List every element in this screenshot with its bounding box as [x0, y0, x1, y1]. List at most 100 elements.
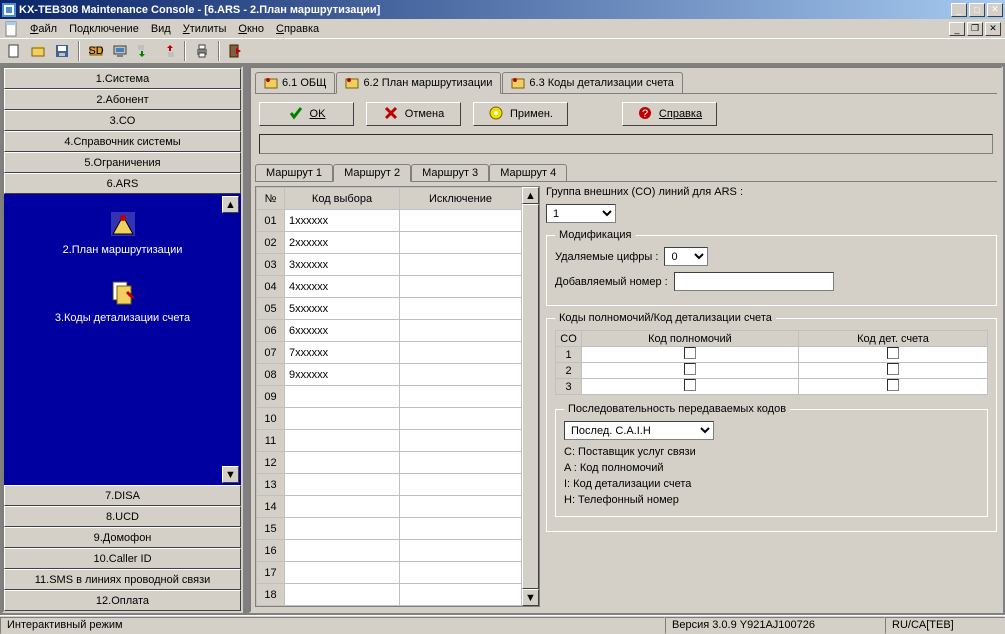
row-no[interactable]: 18	[257, 584, 285, 606]
menu-file[interactable]: Файл	[24, 21, 63, 37]
table-row[interactable]: 089xxxxxx	[257, 364, 522, 386]
sel-cell[interactable]	[285, 430, 400, 452]
exc-cell[interactable]	[400, 386, 522, 408]
sel-cell[interactable]: 7xxxxxx	[285, 342, 400, 364]
table-row[interactable]: 044xxxxxx	[257, 276, 522, 298]
exc-cell[interactable]	[400, 298, 522, 320]
table-row[interactable]: 09	[257, 386, 522, 408]
row-no[interactable]: 15	[257, 518, 285, 540]
sidebar-item-callerid[interactable]: 10.Caller ID	[4, 548, 241, 569]
table-row[interactable]: 022xxxxxx	[257, 232, 522, 254]
apply-button[interactable]: Примен.	[473, 102, 568, 126]
table-row[interactable]: 13	[257, 474, 522, 496]
sel-cell[interactable]: 4xxxxxx	[285, 276, 400, 298]
sel-cell[interactable]: 1xxxxxx	[285, 210, 400, 232]
exc-cell[interactable]	[400, 496, 522, 518]
sel-cell[interactable]	[285, 496, 400, 518]
sidebar-item-disa[interactable]: 7.DISA	[4, 485, 241, 506]
sidebar-item-system[interactable]: 1.Система	[4, 68, 241, 89]
codes-table[interactable]: CO Код полномочий Код дет. счета 1 2 3	[555, 330, 988, 395]
help-button[interactable]: ?Справка	[622, 102, 717, 126]
maximize-button[interactable]: □	[969, 3, 985, 17]
col-exc[interactable]: Исключение	[400, 188, 522, 210]
route-tab-3[interactable]: Маршрут 3	[411, 164, 489, 181]
auth-checkbox[interactable]	[684, 363, 696, 375]
group-select[interactable]: 1	[546, 204, 616, 223]
row-no[interactable]: 11	[257, 430, 285, 452]
route-tab-4[interactable]: Маршрут 4	[489, 164, 567, 181]
sidebar-item-subscriber[interactable]: 2.Абонент	[4, 89, 241, 110]
sidebar-item-ucd[interactable]: 8.UCD	[4, 506, 241, 527]
sel-cell[interactable]: 3xxxxxx	[285, 254, 400, 276]
tool-transfer-down-icon[interactable]	[134, 41, 154, 61]
sel-cell[interactable]: 6xxxxxx	[285, 320, 400, 342]
route-tab-1[interactable]: Маршрут 1	[255, 164, 333, 181]
row-no[interactable]: 10	[257, 408, 285, 430]
det-checkbox[interactable]	[887, 347, 899, 359]
sidebar-item-ars[interactable]: 6.ARS	[4, 173, 241, 194]
sel-cell[interactable]	[285, 452, 400, 474]
row-no[interactable]: 16	[257, 540, 285, 562]
sidebar-sub-detail-codes[interactable]: 3.Коды детализации счета	[8, 266, 237, 334]
table-row[interactable]: 11	[257, 430, 522, 452]
table-row[interactable]: 14	[257, 496, 522, 518]
row-no[interactable]: 14	[257, 496, 285, 518]
tab-detail-codes[interactable]: 6.3 Коды детализации счета	[502, 72, 682, 93]
table-row[interactable]: 077xxxxxx	[257, 342, 522, 364]
col-sel[interactable]: Код выбора	[285, 188, 400, 210]
exc-cell[interactable]	[400, 408, 522, 430]
table-row[interactable]: 12	[257, 452, 522, 474]
menu-connection[interactable]: Подключение	[63, 21, 145, 37]
row-no[interactable]: 17	[257, 562, 285, 584]
auth-checkbox[interactable]	[684, 347, 696, 359]
sidebar-item-directory[interactable]: 4.Справочник системы	[4, 131, 241, 152]
sidebar-item-co[interactable]: 3.CO	[4, 110, 241, 131]
row-no[interactable]: 01	[257, 210, 285, 232]
col-co[interactable]: CO	[556, 331, 582, 347]
selection-grid[interactable]: № Код выбора Исключение 011xxxxxx022xxxx…	[255, 186, 540, 607]
table-row[interactable]: 055xxxxxx	[257, 298, 522, 320]
row-no[interactable]: 07	[257, 342, 285, 364]
co-row[interactable]: 3	[556, 379, 582, 395]
sidebar-item-doorphone[interactable]: 9.Домофон	[4, 527, 241, 548]
exc-cell[interactable]	[400, 430, 522, 452]
auth-checkbox[interactable]	[684, 379, 696, 391]
row-no[interactable]: 13	[257, 474, 285, 496]
row-no[interactable]: 08	[257, 364, 285, 386]
sel-cell[interactable]	[285, 474, 400, 496]
exc-cell[interactable]	[400, 232, 522, 254]
menu-utilities[interactable]: Утилиты	[177, 21, 233, 37]
sidebar-item-payment[interactable]: 12.Оплата	[4, 590, 241, 611]
exc-cell[interactable]	[400, 254, 522, 276]
grid-scrollbar[interactable]: ▲ ▼	[522, 187, 539, 606]
sel-cell[interactable]	[285, 408, 400, 430]
co-row[interactable]: 2	[556, 363, 582, 379]
co-row[interactable]: 1	[556, 347, 582, 363]
det-checkbox[interactable]	[887, 363, 899, 375]
scroll-up-button[interactable]: ▲	[222, 196, 239, 213]
det-checkbox[interactable]	[887, 379, 899, 391]
sel-cell[interactable]	[285, 540, 400, 562]
row-no[interactable]: 02	[257, 232, 285, 254]
exc-cell[interactable]	[400, 276, 522, 298]
ok-button[interactable]: OK	[259, 102, 354, 126]
scroll-thumb[interactable]	[522, 204, 539, 589]
exc-cell[interactable]	[400, 320, 522, 342]
exc-cell[interactable]	[400, 584, 522, 606]
col-det[interactable]: Код дет. счета	[798, 331, 987, 347]
cancel-button[interactable]: Отмена	[366, 102, 461, 126]
exc-cell[interactable]	[400, 474, 522, 496]
table-row[interactable]: 10	[257, 408, 522, 430]
sel-cell[interactable]	[285, 518, 400, 540]
tool-save-icon[interactable]	[52, 41, 72, 61]
row-no[interactable]: 04	[257, 276, 285, 298]
route-tab-2[interactable]: Маршрут 2	[333, 164, 411, 182]
exc-cell[interactable]	[400, 540, 522, 562]
minimize-button[interactable]: _	[951, 3, 967, 17]
tab-general[interactable]: 6.1 ОБЩ	[255, 72, 335, 93]
tool-connect-sd-icon[interactable]: SD	[86, 41, 106, 61]
row-no[interactable]: 12	[257, 452, 285, 474]
sidebar-item-restrictions[interactable]: 5.Ограничения	[4, 152, 241, 173]
table-row[interactable]: 066xxxxxx	[257, 320, 522, 342]
table-row[interactable]: 011xxxxxx	[257, 210, 522, 232]
